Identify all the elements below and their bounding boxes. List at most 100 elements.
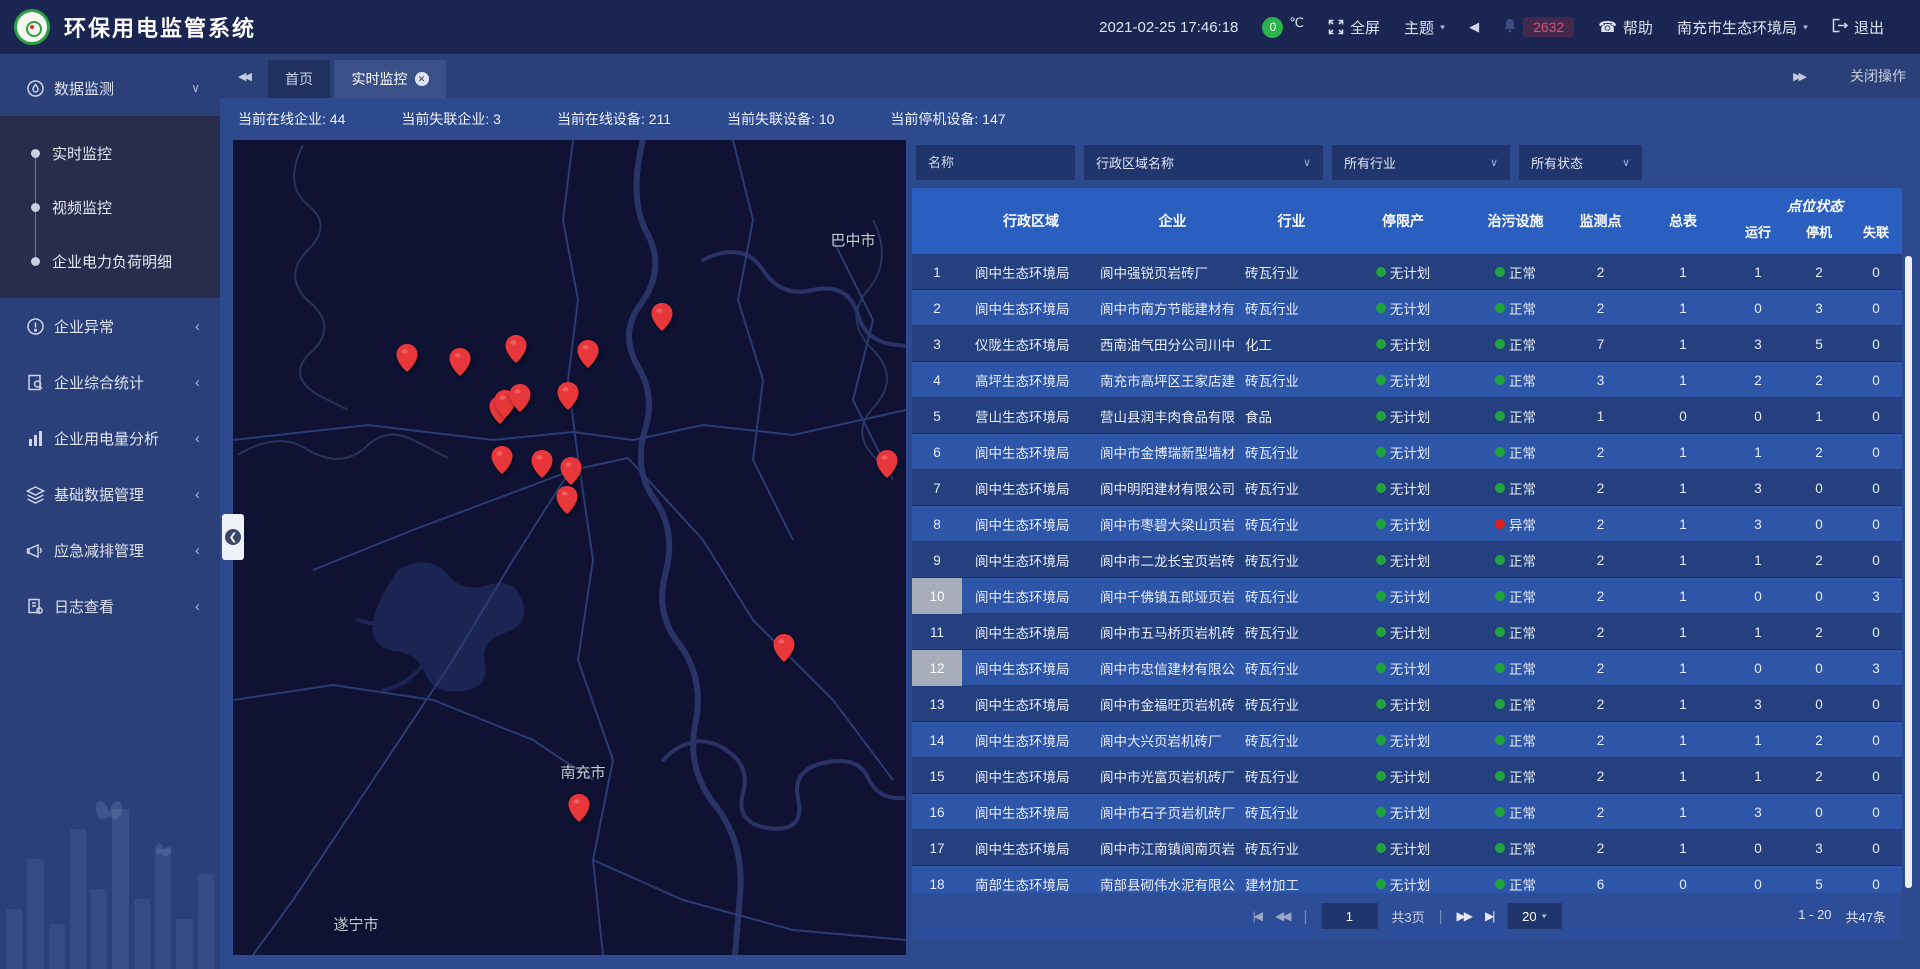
sidebar-subitem-video-monitor[interactable]: 视频监控: [0, 180, 220, 234]
tabs-scroll-left-icon[interactable]: ◀◀: [238, 54, 249, 98]
map-city-label: 南充市: [560, 762, 605, 783]
table-row[interactable]: 4高坪生态环境局南充市高坪区王家店建砖瓦行业无计划正常31220: [912, 362, 1902, 398]
table-row[interactable]: 17阆中生态环境局阆中市江南镇阆南页岩砖瓦行业无计划正常21030: [912, 830, 1902, 866]
cell-meter: 0: [1638, 409, 1728, 424]
close-operations-button[interactable]: 关闭操作: [1850, 54, 1906, 98]
mute-speaker-button[interactable]: ◀: [1469, 19, 1479, 35]
table-row[interactable]: 8阆中生态环境局阆中市枣碧大梁山页岩砖瓦行业无计划异常21300: [912, 506, 1902, 542]
table-row[interactable]: 10阆中生态环境局阆中千佛镇五郎垭页岩砖瓦行业无计划正常21003: [912, 578, 1902, 614]
cell-region: 阆中生态环境局: [962, 838, 1100, 858]
sidebar-item-base-data[interactable]: 基础数据管理‹: [0, 466, 220, 522]
cell-stop-status: 无计划: [1338, 802, 1468, 822]
row-index: 10: [912, 578, 962, 614]
region-filter-select[interactable]: 行政区域名称 ∨: [1084, 145, 1323, 180]
logout-button[interactable]: 退出: [1832, 17, 1884, 38]
row-index: 12: [912, 650, 962, 686]
map-marker-icon[interactable]: [555, 485, 579, 515]
col-industry: 行业: [1245, 188, 1338, 254]
map-marker-icon[interactable]: [556, 381, 580, 411]
sidebar-item-enterprise-abnormal[interactable]: 企业异常‹: [0, 298, 220, 354]
sidebar-item-log-view[interactable]: 日志查看‹: [0, 578, 220, 634]
cell-industry: 砖瓦行业: [1245, 694, 1338, 714]
map-marker-icon[interactable]: [650, 302, 674, 332]
status-dot-green: [1376, 303, 1386, 313]
cell-meter: 1: [1638, 337, 1728, 352]
user-dropdown[interactable]: 南充市生态环境局 ▾: [1677, 17, 1808, 38]
status-dot-green: [1495, 303, 1505, 313]
cell-points: 2: [1563, 301, 1638, 316]
next-page-icon[interactable]: ▶▶: [1457, 909, 1471, 923]
prev-page-icon[interactable]: ◀◀: [1275, 909, 1289, 923]
table-row[interactable]: 5营山生态环境局营山县润丰肉食品有限食品无计划正常10010: [912, 398, 1902, 434]
tab-realtime-monitor[interactable]: 实时监控 ✕: [334, 60, 446, 98]
cell-stopped: 5: [1788, 877, 1850, 892]
table-row[interactable]: 16阆中生态环境局阆中市石子页岩机砖厂砖瓦行业无计划正常21300: [912, 794, 1902, 830]
map-marker-icon[interactable]: [576, 339, 600, 369]
cell-region: 阆中生态环境局: [962, 622, 1100, 642]
cell-industry: 砖瓦行业: [1245, 838, 1338, 858]
table-row[interactable]: 18南部生态环境局南部县砌伟水泥有限公建材加工无计划正常60050: [912, 866, 1902, 893]
map-marker-icon[interactable]: [504, 334, 528, 364]
table-row[interactable]: 6阆中生态环境局阆中市金博瑞新型墙材砖瓦行业无计划正常21120: [912, 434, 1902, 470]
temperature: 0 ℃: [1262, 17, 1304, 38]
cell-company: 南充市高坪区王家店建: [1100, 370, 1245, 390]
sidebar-item-emergency-reduction[interactable]: 应急减排管理‹: [0, 522, 220, 578]
industry-filter-select[interactable]: 所有行业 ∨: [1332, 145, 1510, 180]
map-marker-icon[interactable]: [567, 793, 591, 823]
cell-company: 营山县润丰肉食品有限: [1100, 406, 1245, 426]
tab-home[interactable]: 首页: [268, 60, 330, 98]
table-scrollbar[interactable]: [1905, 256, 1912, 888]
map-marker-icon[interactable]: [490, 445, 514, 475]
layers-icon: [26, 485, 46, 504]
table-row[interactable]: 15阆中生态环境局阆中市光富页岩机砖厂砖瓦行业无计划正常21120: [912, 758, 1902, 794]
table-row[interactable]: 3仪陇生态环境局西南油气田分公司川中化工无计划正常71350: [912, 326, 1902, 362]
close-icon[interactable]: ✕: [415, 72, 429, 86]
help-button[interactable]: ☎ 帮助: [1598, 17, 1653, 38]
map-marker-icon[interactable]: [559, 456, 583, 486]
sidebar-item-enterprise-stats[interactable]: 企业综合统计‹: [0, 354, 220, 410]
sidebar-collapse-button[interactable]: ❮: [222, 514, 244, 560]
sidebar-subitem-label: 视频监控: [52, 197, 112, 218]
cell-region: 南部生态环境局: [962, 874, 1100, 893]
alarm-counter[interactable]: 2632: [1503, 17, 1574, 37]
table-row[interactable]: 2阆中生态环境局阆中市南方节能建材有砖瓦行业无计划正常21030: [912, 290, 1902, 326]
theme-dropdown[interactable]: 主题 ▾: [1404, 17, 1445, 38]
cell-company: 阆中市金福旺页岩机砖: [1100, 694, 1245, 714]
map-marker-icon[interactable]: [448, 347, 472, 377]
name-filter-input[interactable]: [916, 145, 1075, 180]
table-row[interactable]: 14阆中生态环境局阆中大兴页岩机砖厂砖瓦行业无计划正常21120: [912, 722, 1902, 758]
table-row[interactable]: 12阆中生态环境局阆中市忠信建材有限公砖瓦行业无计划正常21003: [912, 650, 1902, 686]
bullet-icon: [31, 149, 40, 158]
table-row[interactable]: 9阆中生态环境局阆中市二龙长宝页岩砖砖瓦行业无计划正常21120: [912, 542, 1902, 578]
page-size-select[interactable]: 20 ▾: [1507, 903, 1561, 929]
cell-offline: 0: [1850, 265, 1902, 280]
bar-chart-icon: [26, 429, 46, 448]
cell-points: 2: [1563, 661, 1638, 676]
map-marker-icon[interactable]: [530, 449, 554, 479]
first-page-icon[interactable]: |◀: [1253, 909, 1261, 923]
table-row[interactable]: 7阆中生态环境局阆中明阳建材有限公司砖瓦行业无计划正常21300: [912, 470, 1902, 506]
sidebar-subitem-power-load-detail[interactable]: 企业电力负荷明细: [0, 234, 220, 288]
fullscreen-button[interactable]: 全屏: [1328, 17, 1380, 38]
status-dot-green: [1376, 627, 1386, 637]
table-row[interactable]: 1阆中生态环境局阆中强锐页岩砖厂砖瓦行业无计划正常21120: [912, 254, 1902, 290]
map-marker-icon[interactable]: [875, 449, 899, 479]
table-row[interactable]: 13阆中生态环境局阆中市金福旺页岩机砖砖瓦行业无计划正常21300: [912, 686, 1902, 722]
page-number-input[interactable]: [1321, 903, 1377, 929]
table-row[interactable]: 11阆中生态环境局阆中市五马桥页岩机砖砖瓦行业无计划正常21120: [912, 614, 1902, 650]
map-marker-icon[interactable]: [508, 383, 532, 413]
sidebar-subitem-realtime-monitor[interactable]: 实时监控: [0, 126, 220, 180]
sidebar-item-data-monitor[interactable]: 数据监测∨: [0, 70, 220, 106]
total-count-label: 共47条: [1846, 907, 1886, 926]
cell-points: 2: [1563, 517, 1638, 532]
status-filter-select[interactable]: 所有状态 ∨: [1519, 145, 1642, 180]
cell-stopped: 2: [1788, 265, 1850, 280]
map-marker-icon[interactable]: [772, 633, 796, 663]
map-panel[interactable]: 巴中市南充市遂宁市: [233, 140, 906, 955]
tabs-scroll-right-icon[interactable]: ▶▶: [1793, 54, 1804, 98]
sidebar-item-power-analysis[interactable]: 企业用电量分析‹: [0, 410, 220, 466]
map-marker-icon[interactable]: [395, 343, 419, 373]
region-filter-label: 行政区域名称: [1096, 153, 1174, 172]
datetime: 2021-02-25 17:46:18: [1099, 19, 1238, 36]
last-page-icon[interactable]: ▶|: [1485, 909, 1493, 923]
